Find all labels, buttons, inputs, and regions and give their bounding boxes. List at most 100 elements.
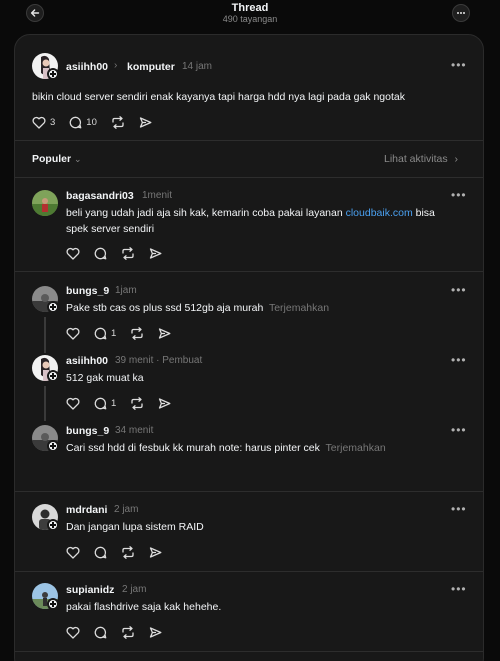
- divider: [15, 140, 483, 141]
- thread-connector: [44, 386, 46, 421]
- view-count: 490 tayangan: [222, 14, 278, 24]
- sort-dropdown[interactable]: Populer ⌄: [32, 153, 82, 165]
- chevron-down-icon: ⌄: [74, 154, 82, 164]
- divider: [15, 271, 483, 272]
- reply-actions: 1: [66, 395, 185, 411]
- comment-icon: [94, 327, 107, 339]
- post-username[interactable]: asiihh00: [66, 61, 108, 73]
- comment-icon: [69, 116, 82, 128]
- share-button[interactable]: [139, 116, 152, 129]
- view-activity-link[interactable]: Lihat aktivitas ›: [384, 153, 458, 165]
- comment-count: 1: [111, 397, 117, 409]
- comment-button[interactable]: 1: [94, 397, 116, 410]
- reply-username[interactable]: bungs_9: [66, 285, 109, 297]
- share-button[interactable]: [158, 397, 171, 410]
- repost-button[interactable]: [121, 545, 135, 559]
- comment-button[interactable]: [94, 626, 107, 639]
- repost-button[interactable]: [121, 625, 135, 639]
- repost-button[interactable]: [121, 246, 135, 260]
- follow-plus-icon[interactable]: [47, 519, 59, 531]
- like-count: 3: [50, 116, 56, 128]
- reply-more-icon[interactable]: •••: [451, 284, 467, 296]
- repost-icon: [131, 326, 143, 340]
- comment-icon: [94, 397, 107, 409]
- reply-more-icon[interactable]: •••: [451, 354, 467, 366]
- reply-more-icon[interactable]: •••: [451, 424, 467, 436]
- reply-more-icon[interactable]: •••: [451, 503, 467, 515]
- send-icon: [149, 546, 162, 558]
- heart-icon: [66, 397, 80, 410]
- reply-time: 1jam: [115, 285, 137, 296]
- reply-text: beli yang udah jadi aja sih kak, kemarin…: [66, 207, 435, 219]
- divider: [15, 571, 483, 572]
- reply-username[interactable]: bungs_9: [66, 425, 109, 437]
- reply-link[interactable]: cloudbaik.com: [346, 207, 413, 219]
- reply-text: Pake stb cas os plus ssd 512gb aja murah…: [66, 302, 330, 314]
- comment-count: 10: [86, 116, 97, 128]
- post-more-icon[interactable]: •••: [451, 59, 467, 71]
- reply-time: 2 jam: [122, 584, 147, 595]
- send-icon: [159, 397, 171, 409]
- share-button[interactable]: [149, 546, 162, 559]
- reply-username[interactable]: asiihh00: [66, 355, 108, 367]
- divider: [15, 491, 483, 492]
- comment-button[interactable]: [94, 247, 107, 260]
- repost-button[interactable]: [130, 396, 144, 410]
- divider: [15, 651, 483, 652]
- more-options-button[interactable]: [452, 4, 470, 22]
- reply-more-icon[interactable]: •••: [451, 189, 467, 201]
- repost-button[interactable]: [130, 326, 144, 340]
- like-button[interactable]: [66, 247, 80, 260]
- reply-actions: [66, 624, 176, 640]
- reply-actions: [66, 544, 176, 560]
- share-button[interactable]: [149, 626, 162, 639]
- thread-panel: asiihh00 › komputer 14 jam ••• bikin clo…: [14, 34, 484, 661]
- follow-plus-icon[interactable]: [47, 68, 59, 80]
- like-button[interactable]: [66, 626, 80, 639]
- repost-icon: [122, 545, 134, 559]
- follow-plus-icon[interactable]: [47, 440, 59, 452]
- reply-username[interactable]: bagasandri03: [66, 190, 134, 202]
- like-button[interactable]: 3: [32, 116, 55, 129]
- comment-button[interactable]: 10: [69, 116, 97, 129]
- follow-plus-icon[interactable]: [47, 301, 59, 313]
- thread-connector: [44, 317, 46, 353]
- comment-icon: [94, 546, 107, 558]
- heart-icon: [66, 626, 80, 639]
- divider: [15, 177, 483, 178]
- repost-button[interactable]: [111, 115, 125, 129]
- share-button[interactable]: [158, 327, 171, 340]
- repost-icon: [112, 115, 124, 129]
- like-button[interactable]: [66, 546, 80, 559]
- reply-actions: [66, 245, 176, 261]
- more-horizontal-icon: [457, 12, 465, 14]
- reply-actions: 1: [66, 325, 185, 341]
- share-button[interactable]: [149, 247, 162, 260]
- avatar[interactable]: [32, 190, 58, 216]
- reply-text: pakai flashdrive saja kak hehehe.: [66, 601, 222, 613]
- translate-link[interactable]: Terjemahkan: [326, 442, 386, 454]
- comment-icon: [94, 247, 107, 259]
- like-button[interactable]: [66, 397, 80, 410]
- follow-plus-icon[interactable]: [47, 598, 59, 610]
- comment-button[interactable]: [94, 546, 107, 559]
- top-bar: Thread 490 tayangan: [0, 0, 500, 34]
- like-button[interactable]: [66, 327, 80, 340]
- send-icon: [149, 626, 162, 638]
- chevron-right-icon: ›: [454, 153, 459, 165]
- translate-link[interactable]: Terjemahkan: [269, 302, 329, 314]
- sort-label: Populer: [32, 153, 72, 165]
- reply-more-icon[interactable]: •••: [451, 583, 467, 595]
- reply-username[interactable]: supianidz: [66, 584, 114, 596]
- comment-button[interactable]: 1: [94, 327, 116, 340]
- reply-time: 34 menit: [115, 425, 154, 436]
- heart-icon: [66, 546, 80, 559]
- community-name[interactable]: komputer: [127, 61, 175, 73]
- follow-plus-icon[interactable]: [47, 370, 59, 382]
- reply-username[interactable]: mdrdani: [66, 504, 107, 516]
- reply-text: Cari ssd hdd di fesbuk kk murah note: ha…: [66, 442, 386, 454]
- post-text: bikin cloud server sendiri enak kayanya …: [32, 91, 405, 103]
- repost-icon: [122, 625, 134, 639]
- post-time: 14 jam: [182, 61, 213, 72]
- send-icon: [139, 116, 152, 128]
